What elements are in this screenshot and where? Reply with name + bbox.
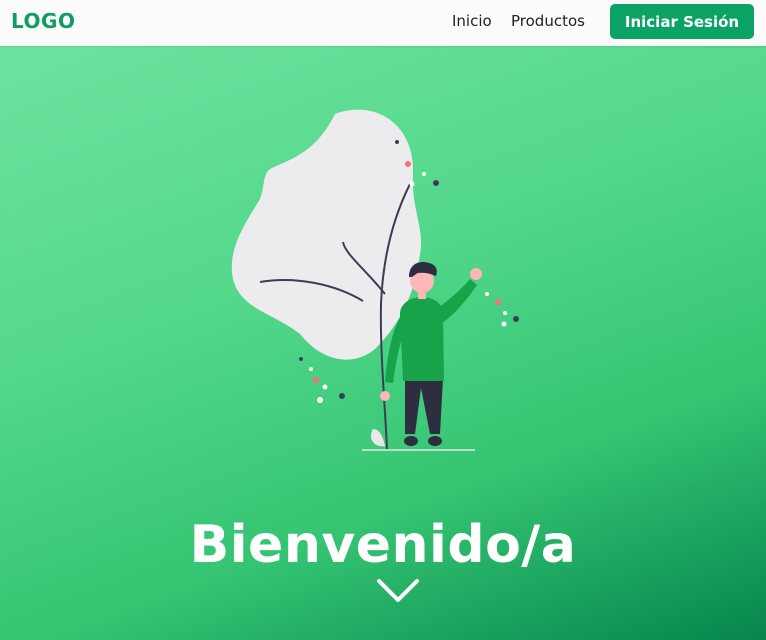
- logo-link[interactable]: LOGO: [11, 9, 75, 33]
- hero-title: Bienvenido/a: [189, 514, 577, 575]
- nav-link-inicio[interactable]: Inicio: [452, 12, 492, 30]
- leaf-shape: [231, 109, 422, 360]
- hero-illustration: [231, 109, 519, 451]
- nav-link-productos[interactable]: Productos: [511, 12, 585, 30]
- hero-section: Bienvenido/a: [0, 46, 766, 640]
- chevron-down-icon[interactable]: [376, 578, 420, 606]
- navbar: LOGO Inicio Productos Iniciar Sesión: [0, 0, 766, 46]
- login-button[interactable]: Iniciar Sesión: [610, 4, 754, 39]
